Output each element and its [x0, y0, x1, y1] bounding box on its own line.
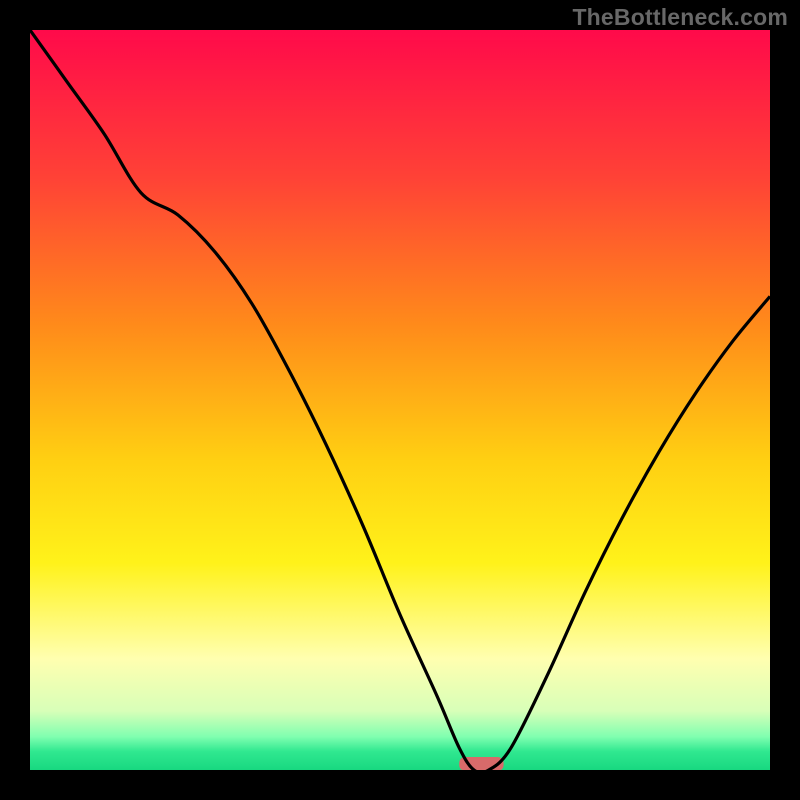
plot-area	[30, 30, 770, 770]
gradient-background	[30, 30, 770, 770]
chart-frame: TheBottleneck.com	[0, 0, 800, 800]
bottleneck-chart	[30, 30, 770, 770]
watermark-text: TheBottleneck.com	[572, 4, 788, 31]
